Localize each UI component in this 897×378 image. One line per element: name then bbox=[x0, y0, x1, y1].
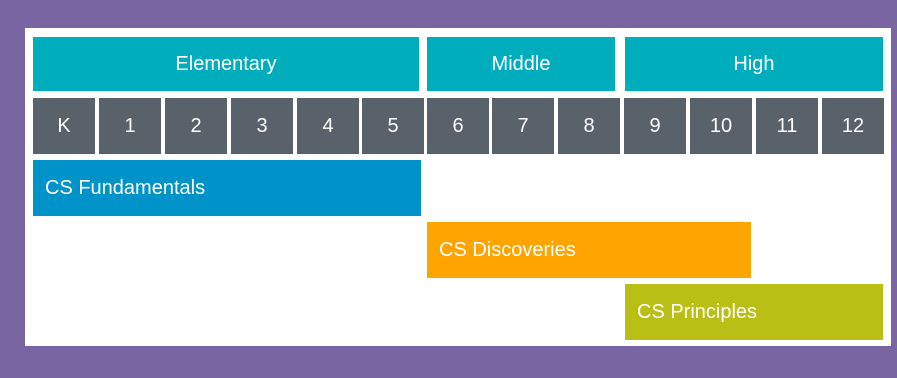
grade-5: 5 bbox=[362, 98, 424, 154]
grade-2: 2 bbox=[165, 98, 227, 154]
grade-3: 3 bbox=[231, 98, 293, 154]
grade-12: 12 bbox=[822, 98, 884, 154]
grade-9: 9 bbox=[624, 98, 686, 154]
grade-8: 8 bbox=[558, 98, 620, 154]
curriculum-panel: Elementary Middle High K 1 2 3 4 5 6 7 8… bbox=[25, 28, 891, 346]
course-cs-discoveries: CS Discoveries bbox=[427, 222, 751, 278]
grade-7: 7 bbox=[492, 98, 554, 154]
grade-10: 10 bbox=[690, 98, 752, 154]
course-cs-fundamentals: CS Fundamentals bbox=[33, 160, 421, 216]
level-high: High bbox=[625, 37, 883, 91]
grade-k: K bbox=[33, 98, 95, 154]
grade-4: 4 bbox=[297, 98, 359, 154]
grade-1: 1 bbox=[99, 98, 161, 154]
level-middle: Middle bbox=[427, 37, 615, 91]
course-cs-principles: CS Principles bbox=[625, 284, 883, 340]
grade-6: 6 bbox=[427, 98, 489, 154]
level-elementary: Elementary bbox=[33, 37, 419, 91]
grade-11: 11 bbox=[756, 98, 818, 154]
